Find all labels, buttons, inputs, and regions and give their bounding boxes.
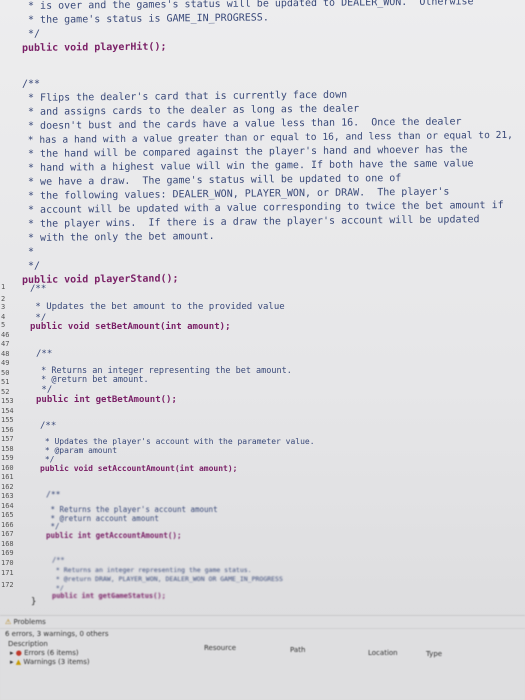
code-line: */ [52, 584, 64, 592]
line-number: 47 [1, 340, 10, 348]
line-number: 157 [1, 435, 14, 443]
line-number: 165 [1, 511, 14, 519]
code-line: /** [36, 349, 53, 359]
closing-brace: } [31, 597, 37, 607]
warnings-group-row[interactable]: ▸ ▲ Warnings (3 items) [10, 658, 90, 666]
line-number: 161 [1, 473, 14, 481]
code-line: public int getGameStatus(); [52, 592, 166, 600]
code-line: public int getBetAmount(); [36, 395, 177, 405]
line-number: 169 [1, 549, 14, 557]
code-line: * Returns an integer representing the ga… [52, 566, 252, 574]
code-line: public int getAccountAmount(); [46, 531, 182, 540]
line-number: 3 [1, 303, 6, 311]
line-number: 4 [1, 313, 6, 321]
code-line: /** [40, 421, 57, 431]
problems-tab[interactable]: ⚠ Problems [5, 618, 46, 626]
line-number: 5 [1, 321, 6, 329]
expand-arrow-icon[interactable]: ▸ [10, 658, 14, 666]
line-number: 153 [1, 397, 14, 405]
problems-summary: 6 errors, 3 warnings, 0 others [5, 630, 109, 638]
code-line: /** [30, 284, 47, 294]
code-line: /** [46, 490, 61, 499]
code-line: * @return bet amount. [36, 375, 149, 385]
line-number: 163 [1, 492, 14, 500]
line-number: 52 [1, 388, 10, 396]
expand-arrow-icon[interactable]: ▸ [10, 649, 14, 657]
code-line: public void setAccountAmount(int amount)… [40, 464, 238, 473]
line-number: 48 [1, 350, 10, 358]
line-number: 51 [1, 378, 10, 386]
line-number: 170 [1, 559, 14, 567]
line-number: 158 [1, 445, 14, 453]
column-header-location[interactable]: Location [368, 649, 398, 657]
line-number: 166 [1, 521, 14, 529]
line-number: 167 [1, 530, 14, 538]
line-number: 156 [1, 426, 14, 434]
code-editor-upper[interactable]: * is over and the games's status will be… [22, 0, 522, 288]
warning-icon: ▲ [15, 658, 22, 666]
code-line: public void setBetAmount(int amount); [30, 322, 231, 332]
line-number-gutter: 1 2 3 4 5 46 47 48 49 50 51 52 153 154 1… [0, 283, 14, 612]
code-line: * Updates the bet amount to the provided… [30, 302, 285, 312]
panel-divider [0, 628, 525, 629]
line-number: 50 [1, 369, 10, 377]
line-number: 172 [1, 581, 14, 589]
line-number: 171 [1, 569, 14, 577]
line-number: 164 [1, 502, 14, 510]
column-header-type[interactable]: Type [426, 650, 442, 658]
code-line: * @return DRAW, PLAYER_WON, DEALER_WON O… [52, 575, 283, 583]
line-number: 1 [1, 283, 6, 291]
code-line: /** [52, 556, 65, 564]
code-line: */ [36, 385, 53, 395]
errors-group-label: Errors (6 items) [24, 649, 79, 657]
code-line: */ [46, 522, 60, 531]
line-number: 159 [1, 454, 14, 462]
code-line: * Updates the player's account with the … [40, 437, 315, 446]
ide-editor-screen: * is over and the games's status will be… [0, 0, 525, 700]
line-number: 168 [1, 540, 14, 548]
code-line: * Returns the player's account amount [46, 505, 218, 514]
line-number: 155 [1, 416, 14, 424]
column-header-path[interactable]: Path [290, 646, 305, 654]
errors-group-row[interactable]: ▸ ● Errors (6 items) [10, 649, 79, 657]
code-line: * @param amount [40, 446, 118, 455]
code-line: */ [40, 455, 55, 464]
column-header-resource[interactable]: Resource [204, 644, 236, 652]
error-icon: ● [15, 649, 22, 657]
line-number: 46 [1, 331, 10, 339]
line-number: 2 [1, 295, 6, 303]
warnings-group-label: Warnings (3 items) [23, 658, 90, 666]
line-number: 49 [1, 359, 10, 367]
line-number: 154 [1, 407, 14, 415]
problems-tab-label: Problems [13, 618, 46, 626]
code-line: * @return account amount [46, 514, 159, 523]
line-number: 160 [1, 464, 14, 472]
line-number: 162 [1, 483, 14, 491]
warning-icon: ⚠ [5, 618, 12, 626]
column-header-description[interactable]: Description [8, 640, 48, 648]
problems-panel[interactable]: ⚠ Problems 6 errors, 3 warnings, 0 other… [0, 615, 525, 700]
